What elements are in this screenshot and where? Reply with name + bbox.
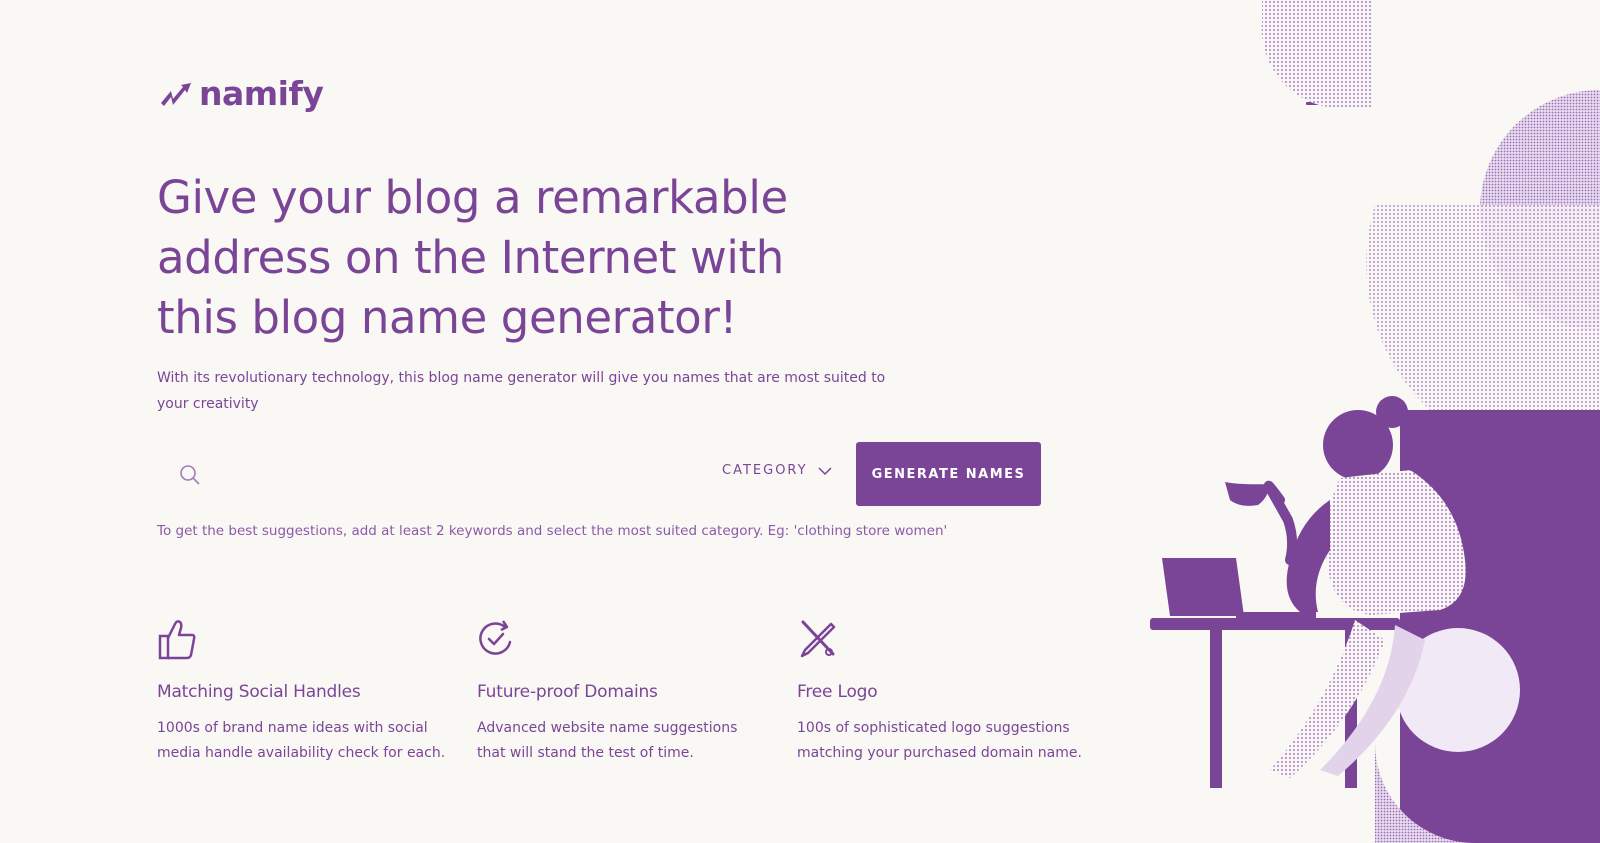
decor-shape xyxy=(1162,558,1244,616)
decor-shape xyxy=(1366,205,1600,410)
feature-title: Free Logo xyxy=(797,682,878,702)
feature-logo: Free Logo 100s of sophisticated logo sug… xyxy=(797,618,1097,766)
feature-text: 1000s of brand name ideas with social me… xyxy=(157,720,446,761)
generate-names-button[interactable]: GENERATE NAMES xyxy=(856,442,1041,506)
page-title: Give your blog a remarkable address on t… xyxy=(157,171,788,344)
brand-name: namify xyxy=(199,74,324,113)
decor-shape xyxy=(1210,628,1222,788)
refresh-check-icon xyxy=(479,620,512,655)
lightning-logo-icon xyxy=(161,82,191,106)
keyword-search-input[interactable] xyxy=(217,454,701,496)
chevron-down-icon xyxy=(818,466,832,475)
woman-laptop-illustration xyxy=(1150,0,1600,843)
search-bar: CATEGORY GENERATE NAMES xyxy=(157,442,1041,506)
pencil-ruler-icon xyxy=(800,620,836,658)
decor-shape xyxy=(1261,0,1372,108)
feature-title: Future-proof Domains xyxy=(477,682,658,702)
feature-social-handles: Matching Social Handles 1000s of brand n… xyxy=(157,618,457,766)
hero-subtext: With its revolutionary technology, this … xyxy=(157,370,886,412)
decor-shape xyxy=(1225,482,1270,506)
feature-text: Advanced website name suggestions that w… xyxy=(477,720,738,761)
decor-shape xyxy=(1236,612,1316,618)
category-label: CATEGORY xyxy=(722,463,808,478)
category-dropdown[interactable]: CATEGORY xyxy=(722,463,832,478)
search-icon xyxy=(180,465,200,485)
feature-domains: Future-proof Domains Advanced website na… xyxy=(477,618,777,766)
thumbs-up-icon xyxy=(158,620,196,660)
decor-shape xyxy=(1376,396,1408,428)
feature-title: Matching Social Handles xyxy=(157,682,361,702)
decor-shape xyxy=(1270,620,1385,778)
feature-text: 100s of sophisticated logo suggestions m… xyxy=(797,720,1082,761)
brand-logo[interactable]: namify xyxy=(159,74,324,113)
decor-shape xyxy=(1400,410,1600,843)
search-hint: To get the best suggestions, add at leas… xyxy=(157,523,948,539)
